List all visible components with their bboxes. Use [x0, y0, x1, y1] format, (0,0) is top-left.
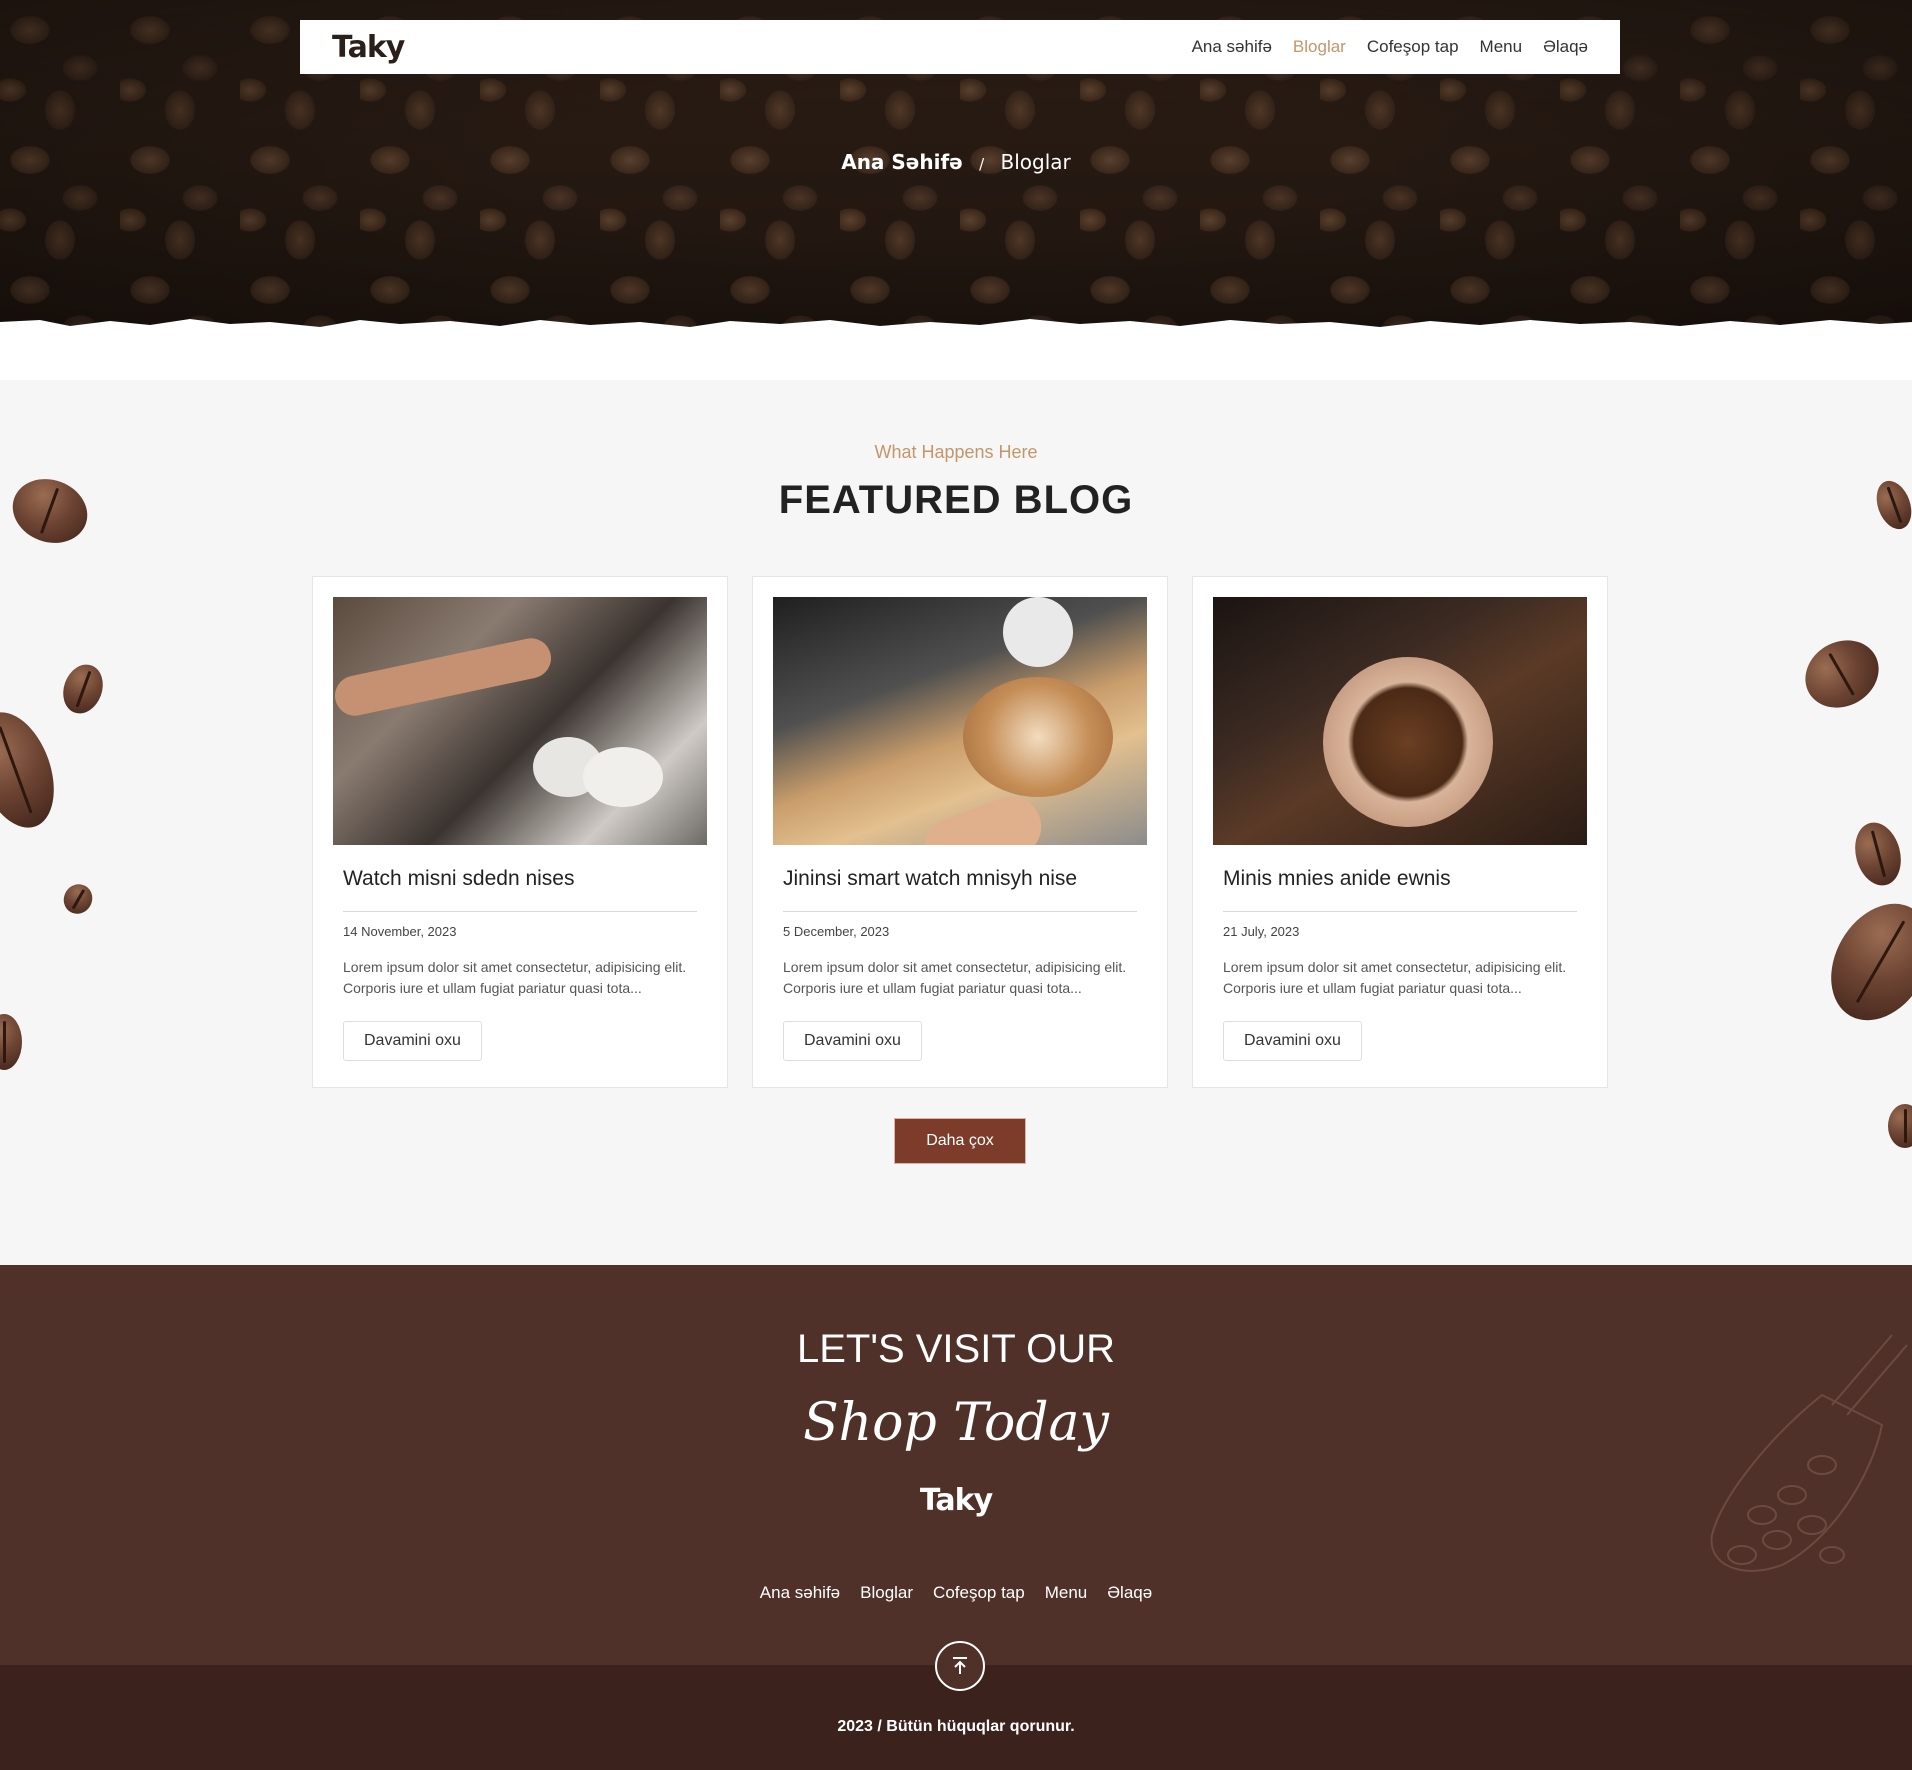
- footer-logo[interactable]: Taky: [0, 1483, 1912, 1518]
- blog-card-title[interactable]: Minis mnies anide ewnis: [1223, 867, 1577, 903]
- footer-nav: Ana səhifə Bloglar Cofeşop tap Menu Əlaq…: [0, 1583, 1912, 1603]
- breadcrumb-separator: /: [979, 155, 985, 173]
- scroll-to-top-button[interactable]: [935, 1641, 985, 1691]
- decorative-bean-icon: [0, 1014, 22, 1070]
- decorative-bean-icon: [58, 879, 98, 919]
- load-more-button[interactable]: Daha çox: [894, 1118, 1026, 1164]
- read-more-button[interactable]: Davamini oxu: [343, 1021, 482, 1061]
- blog-card-date: 14 November, 2023: [343, 924, 457, 939]
- decorative-bean-icon: [1793, 627, 1891, 721]
- blog-card: Watch misni sdedn nises 14 November, 202…: [312, 576, 728, 1088]
- read-more-button[interactable]: Davamini oxu: [1223, 1021, 1362, 1061]
- breadcrumb-home[interactable]: Ana Səhifə: [841, 150, 963, 174]
- section-title: FEATURED BLOG: [778, 478, 1134, 522]
- footer-link-home[interactable]: Ana səhifə: [760, 1583, 840, 1603]
- nav-link-contact[interactable]: Əlaqə: [1543, 37, 1588, 57]
- arrow-up-to-line-icon: [953, 1657, 967, 1674]
- blog-card-image-coffee-beans-hands[interactable]: [1213, 597, 1587, 845]
- divider: [783, 911, 1137, 912]
- read-more-button[interactable]: Davamini oxu: [783, 1021, 922, 1061]
- section-eyebrow: What Happens Here: [874, 442, 1038, 462]
- decorative-bean-icon: [0, 701, 69, 839]
- blog-card-image-espresso[interactable]: [333, 597, 707, 845]
- divider: [1223, 911, 1577, 912]
- blog-card-date: 5 December, 2023: [783, 924, 890, 939]
- footer-heading: LET'S VISIT OUR: [796, 1327, 1116, 1371]
- blog-card-excerpt: Lorem ipsum dolor sit amet consectetur, …: [343, 959, 687, 996]
- footer: LET'S VISIT OUR Shop Today Taky Ana səhi…: [0, 1265, 1912, 1665]
- decorative-bean-icon: [56, 659, 110, 719]
- nav-link-home[interactable]: Ana səhifə: [1192, 37, 1272, 57]
- nav-link-find-coffeeshop[interactable]: Cofeşop tap: [1367, 37, 1459, 57]
- nav-links: Ana səhifə Bloglar Cofeşop tap Menu Əlaq…: [1192, 37, 1588, 57]
- footer-script-tagline: Shop Today: [803, 1393, 1109, 1453]
- divider: [343, 911, 697, 912]
- blog-card-excerpt: Lorem ipsum dolor sit amet consectetur, …: [1223, 959, 1567, 996]
- top-navbar: Taky Ana səhifə Bloglar Cofeşop tap Menu…: [300, 20, 1620, 74]
- blog-card-image-latte-art[interactable]: [773, 597, 1147, 845]
- blog-card: Jininsi smart watch mnisyh nise 5 Decemb…: [752, 576, 1168, 1088]
- decorative-bean-icon: [1888, 1104, 1912, 1148]
- nav-link-blogs[interactable]: Bloglar: [1293, 37, 1346, 57]
- site-logo[interactable]: Taky: [332, 30, 405, 65]
- blog-card-excerpt: Lorem ipsum dolor sit amet consectetur, …: [783, 959, 1127, 996]
- nav-link-menu[interactable]: Menu: [1480, 37, 1523, 57]
- decorative-bean-icon: [1848, 817, 1908, 891]
- blog-card-title[interactable]: Jininsi smart watch mnisyh nise: [783, 867, 1137, 903]
- decorative-bean-icon: [1811, 885, 1912, 1039]
- blog-card-title[interactable]: Watch misni sdedn nises: [343, 867, 697, 903]
- footer-link-blogs[interactable]: Bloglar: [860, 1583, 913, 1603]
- blog-card: Minis mnies anide ewnis 21 July, 2023 Lo…: [1192, 576, 1608, 1088]
- footer-link-contact[interactable]: Əlaqə: [1107, 1583, 1152, 1603]
- breadcrumb: Ana Səhifə / Bloglar: [0, 150, 1912, 174]
- featured-blog-section: What Happens Here FEATURED BLOG Watch mi…: [0, 380, 1912, 1265]
- footer-link-menu[interactable]: Menu: [1045, 1583, 1088, 1603]
- blog-cards: Watch misni sdedn nises 14 November, 202…: [312, 576, 1608, 1088]
- torn-paper-edge: [0, 319, 1912, 340]
- breadcrumb-current: Bloglar: [1000, 150, 1071, 174]
- footer-link-find-coffeeshop[interactable]: Cofeşop tap: [933, 1583, 1025, 1603]
- copyright-text: 2023 / Bütün hüquqlar qorunur.: [837, 1718, 1075, 1735]
- blog-card-date: 21 July, 2023: [1223, 924, 1300, 939]
